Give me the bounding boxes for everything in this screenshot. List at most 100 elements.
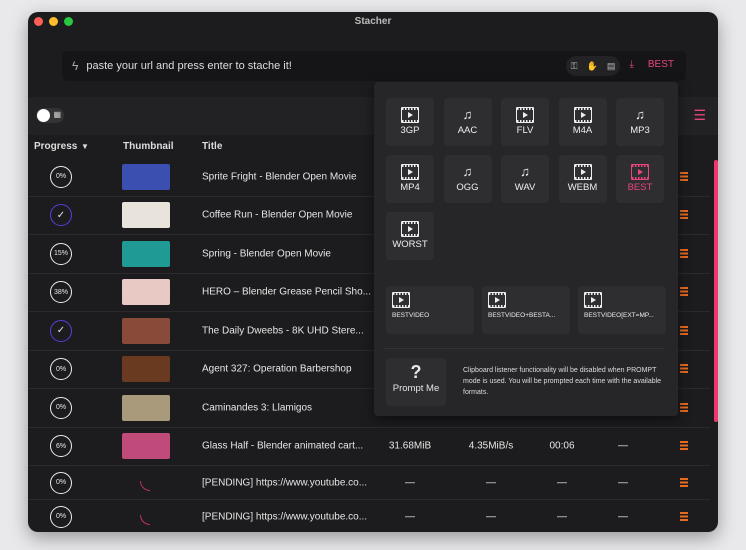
row-title: [PENDING] https://www.youtube.co... — [202, 511, 368, 522]
format-label: WEBM — [567, 182, 598, 193]
row-title: Caminandes 3: Llamigos — [202, 402, 313, 414]
key-icon[interactable]: ⚿ — [571, 61, 578, 72]
row-size: 31.68MiB — [388, 440, 432, 452]
menu-icon[interactable] — [680, 210, 688, 220]
format-flv[interactable]: FLV — [501, 98, 549, 146]
film-icon — [631, 164, 649, 180]
film-icon — [488, 292, 506, 308]
format-worst[interactable]: WORST — [386, 212, 434, 260]
row-speed: — — [486, 511, 496, 522]
format-selector[interactable]: ⤓ BEST — [629, 59, 674, 70]
format-webm[interactable]: WEBM — [558, 155, 607, 203]
prompt-me-button[interactable]: ? Prompt Me — [386, 358, 446, 406]
thumbnail — [122, 317, 170, 344]
app-window: Stacher ϟ ⚿ ✋ ▤ ⤓ BEST ▦ ☰ Progress ▼ Th… — [28, 12, 718, 532]
menu-icon[interactable] — [680, 171, 688, 181]
title-bar: Stacher — [28, 12, 718, 34]
minimize-button[interactable] — [49, 17, 58, 26]
format-label: WAV — [514, 182, 536, 193]
row-title: Spring - Blender Open Movie — [202, 248, 331, 260]
format-best[interactable]: BEST — [616, 155, 664, 203]
table-row[interactable]: 6% Glass Half - Blender animated cart... … — [28, 428, 710, 466]
row-title: Sprite Fright - Blender Open Movie — [202, 171, 357, 183]
check-icon: ✓ — [50, 319, 72, 342]
url-bar: ϟ ⚿ ✋ ▤ ⤓ BEST — [62, 51, 686, 81]
row-extra: — — [618, 511, 628, 522]
format-m4a[interactable]: M4A — [558, 98, 607, 146]
menu-icon[interactable] — [680, 477, 688, 487]
url-tools: ⚿ ✋ ▤ — [566, 56, 620, 76]
format-mp4[interactable]: MP4 — [386, 155, 434, 203]
format-wav[interactable]: ♫ WAV — [501, 155, 549, 203]
row-size: — — [405, 477, 415, 488]
menu-icon[interactable] — [680, 402, 688, 412]
loading-spinner-icon — [140, 514, 150, 525]
format-label: M4A — [572, 125, 593, 136]
row-title: Glass Half - Blender animated cart... — [202, 440, 364, 452]
table-row[interactable]: 0% [PENDING] https://www.youtube.co... — … — [28, 500, 710, 532]
menu-icon[interactable] — [680, 511, 688, 521]
music-icon: ♫ — [520, 164, 530, 179]
music-icon: ♫ — [635, 107, 645, 122]
row-eta: 00:06 — [549, 440, 575, 452]
thumbnail — [122, 163, 170, 190]
progress-ring: 0% — [50, 358, 72, 381]
film-icon — [392, 292, 410, 308]
hand-icon[interactable]: ✋ — [587, 61, 598, 72]
custom-format[interactable]: BESTVIDEO — [386, 286, 474, 334]
menu-icon[interactable] — [680, 248, 688, 258]
row-eta: — — [557, 477, 567, 488]
format-label: MP3 — [630, 125, 650, 136]
filter-icon[interactable]: ▼ — [81, 142, 89, 151]
table-row[interactable]: 0% [PENDING] https://www.youtube.co... — … — [28, 466, 710, 500]
format-aac[interactable]: ♫ AAC — [443, 98, 492, 146]
scrollbar[interactable] — [714, 160, 718, 422]
custom-format-label: BESTVIDEO+BESTA... — [488, 312, 556, 319]
row-eta: — — [557, 511, 567, 522]
film-icon — [573, 107, 592, 123]
bolt-icon: ϟ — [72, 59, 79, 73]
view-toggle[interactable]: ▦ — [36, 108, 64, 123]
format-label: WORST — [392, 239, 428, 250]
film-icon — [573, 164, 592, 180]
header-title[interactable]: Title — [202, 141, 222, 152]
sliders-icon[interactable]: ☰ — [693, 107, 706, 124]
header-thumbnail[interactable]: Thumbnail — [123, 141, 174, 152]
format-3gp[interactable]: 3GP — [386, 98, 434, 146]
menu-icon[interactable] — [680, 325, 688, 335]
menu-icon[interactable] — [680, 441, 688, 451]
prompt-note: Clipboard listener functionality will be… — [463, 367, 662, 396]
music-icon: ♫ — [462, 107, 473, 122]
loading-spinner-icon — [140, 480, 150, 491]
thumbnail — [122, 394, 170, 421]
menu-icon[interactable] — [680, 287, 688, 297]
archive-icon[interactable]: ▤ — [607, 61, 616, 72]
format-ogg[interactable]: ♫ OGG — [443, 155, 492, 203]
row-title: The Daily Dweebs - 8K UHD Stere... — [202, 325, 364, 337]
divider — [384, 348, 664, 349]
format-label: OGG — [456, 182, 479, 193]
film-icon — [401, 221, 419, 237]
row-speed: 4.35MiB/s — [468, 440, 514, 452]
zoom-button[interactable] — [64, 17, 73, 26]
format-mp3[interactable]: ♫ MP3 — [616, 98, 664, 146]
progress-ring: 0% — [50, 165, 72, 188]
film-icon — [401, 107, 419, 123]
row-size: — — [405, 511, 415, 522]
row-title: Agent 327: Operation Barbershop — [202, 363, 352, 375]
thumbnail — [122, 202, 170, 229]
custom-format[interactable]: BESTVIDEO[EXT=MP... — [578, 286, 666, 334]
progress-ring: 0% — [50, 396, 72, 419]
menu-icon[interactable] — [680, 364, 688, 374]
question-icon: ? — [410, 362, 422, 382]
window-title: Stacher — [354, 16, 392, 27]
custom-format[interactable]: BESTVIDEO+BESTA... — [482, 286, 570, 334]
grid-icon: ▦ — [53, 110, 61, 119]
download-icon: ⤓ — [629, 59, 634, 70]
close-button[interactable] — [34, 17, 43, 26]
custom-format-label: BESTVIDEO[EXT=MP... — [584, 312, 654, 319]
header-progress[interactable]: Progress — [34, 141, 77, 152]
progress-ring: 6% — [50, 435, 72, 458]
custom-format-label: BESTVIDEO — [392, 312, 430, 319]
check-icon: ✓ — [50, 204, 72, 227]
